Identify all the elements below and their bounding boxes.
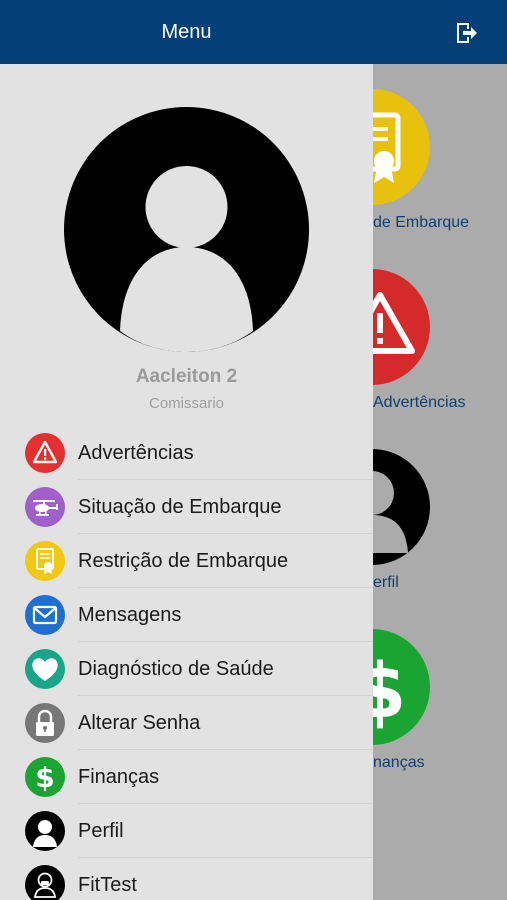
menu-item-advertencias[interactable]: Advertências: [0, 426, 373, 480]
menu-label: Finanças: [78, 765, 160, 788]
menu-item-mensagens[interactable]: Mensagens: [0, 588, 373, 642]
logout-icon[interactable]: [454, 20, 480, 46]
heart-icon: [25, 649, 65, 689]
menu-label: Alterar Senha: [78, 711, 201, 734]
menu-label: Restrição de Embarque: [78, 549, 289, 572]
person-icon: [25, 811, 65, 851]
menu-item-diagnostico-saude[interactable]: Diagnóstico de Saúde: [0, 642, 373, 696]
lock-icon: [25, 703, 65, 743]
mask-person-icon: [25, 865, 65, 900]
menu-item-fittest[interactable]: FitTest: [0, 858, 373, 900]
envelope-icon: [25, 595, 65, 635]
menu-label: Situação de Embarque: [78, 495, 282, 518]
drawer-header: Menu: [0, 0, 373, 64]
svg-text:$: $: [35, 761, 54, 794]
tile-label-advertencias[interactable]: Advertências: [373, 394, 466, 412]
user-name: Aacleiton 2: [135, 366, 238, 387]
drawer-menu: Advertências Situação de Embarque Restri…: [0, 426, 373, 900]
warning-icon: [25, 433, 65, 473]
menu-item-situacao-embarque[interactable]: Situação de Embarque: [0, 480, 373, 534]
menu-label: Diagnóstico de Saúde: [78, 657, 274, 680]
menu-item-restricao-embarque[interactable]: Restrição de Embarque: [0, 534, 373, 588]
menu-item-financas[interactable]: $ Finanças: [0, 750, 373, 804]
drawer-title: Menu: [161, 20, 212, 43]
side-drawer: Menu Aacleiton 2 Comissario Advertências: [0, 0, 373, 900]
tile-label-restricao[interactable]: de Embarque: [373, 214, 469, 232]
user-role: Comissario: [148, 395, 224, 412]
avatar[interactable]: [64, 107, 309, 352]
helicopter-icon: [25, 487, 65, 527]
menu-label: Mensagens: [78, 603, 182, 626]
dollar-icon: $: [25, 757, 65, 797]
menu-item-perfil[interactable]: Perfil: [0, 804, 373, 858]
tile-label-financas[interactable]: nanças: [373, 754, 425, 772]
menu-item-alterar-senha[interactable]: Alterar Senha: [0, 696, 373, 750]
menu-label: Perfil: [78, 819, 124, 842]
tile-label-perfil[interactable]: erfil: [373, 574, 399, 592]
menu-label: Advertências: [78, 441, 194, 464]
menu-label: FitTest: [78, 873, 137, 896]
certificate-icon: [25, 541, 65, 581]
